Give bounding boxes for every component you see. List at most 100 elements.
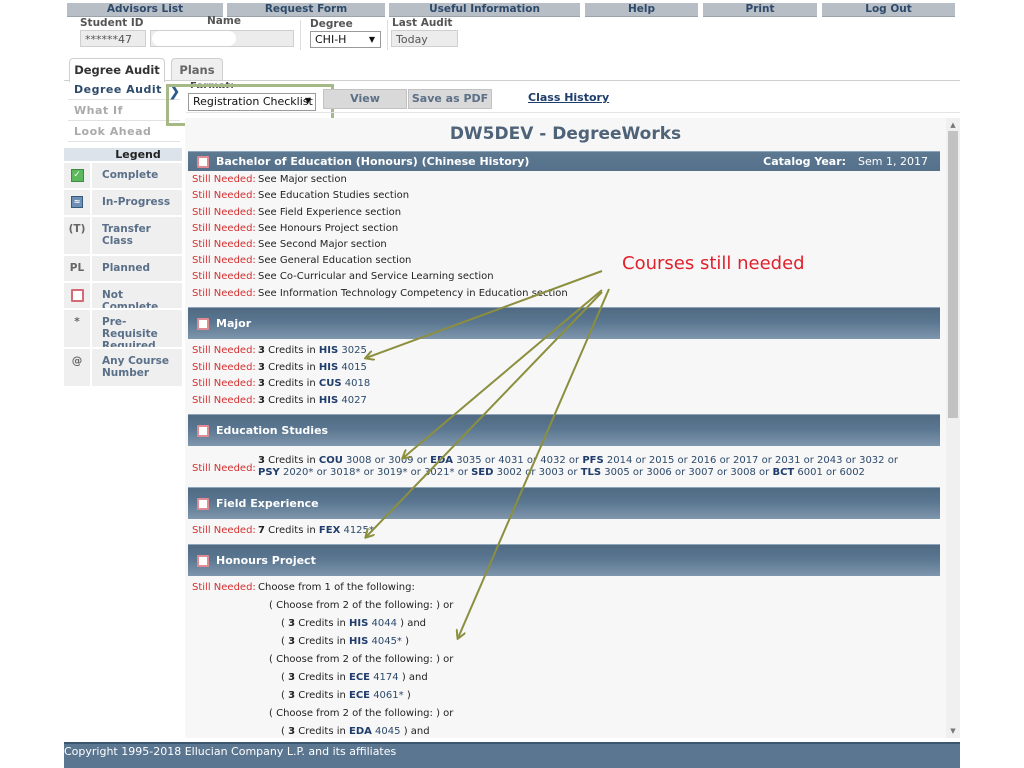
credits: 3 [258, 378, 265, 389]
requirement-text: See Co-Curricular and Service Learning s… [258, 271, 494, 282]
nav-request-form[interactable]: Request Form [227, 3, 385, 17]
course-number-link[interactable]: 4044 [368, 618, 396, 629]
credits: 3 [258, 345, 265, 356]
course-subject-link[interactable]: HIS [319, 345, 338, 356]
course-subject-link[interactable]: COU [319, 455, 343, 466]
course-subject-link[interactable]: SED [471, 467, 493, 478]
course-subject-link[interactable]: HIS [349, 636, 368, 647]
toolbar-divider [186, 112, 960, 113]
any-course-symbol: @ [64, 349, 92, 386]
course-subject-link[interactable]: PFS [582, 455, 603, 466]
nav-help[interactable]: Help [585, 3, 698, 17]
course-subject-link[interactable]: ECE [349, 672, 370, 683]
credits-text: Credits in [264, 525, 319, 536]
course-number-link[interactable]: 4015 [338, 362, 366, 373]
course-number-list[interactable]: 2014 or 2015 or 2016 or 2017 or 2031 or … [604, 455, 898, 466]
legend-label: Complete [102, 169, 159, 181]
major-block-header: Major [188, 307, 940, 339]
paren: ) and [398, 672, 428, 683]
course-subject-link[interactable]: PSY [258, 467, 280, 478]
scroll-up-icon[interactable]: ▲ [948, 120, 958, 130]
honours-project-block-header: Honours Project [188, 544, 940, 576]
format-select[interactable]: Registration Checklist ▼ [188, 93, 316, 111]
course-number-link[interactable]: 4174 [370, 672, 398, 683]
annotation-label: Courses still needed [622, 253, 805, 274]
course-subject-link[interactable]: EDA [430, 455, 453, 466]
last-audit-field: Today [391, 30, 458, 47]
legend: Legend ✓ Complete ≈ In-Progress (T) Tran… [64, 148, 182, 386]
course-number-list[interactable]: 3002 or 3003 or [493, 467, 580, 478]
block-title: Honours Project [216, 554, 316, 567]
nav-useful-information[interactable]: Useful Information [389, 3, 580, 17]
catalog-year-label: Catalog Year: [763, 155, 847, 168]
not-complete-icon [197, 424, 209, 437]
requirement-text: ( Choose from 2 of the following: ) or [269, 708, 454, 719]
legend-label: Transfer Class [102, 223, 151, 247]
student-id-label: Student ID [80, 17, 144, 29]
scrollbar-thumb[interactable] [948, 131, 958, 418]
requirement-text: ( Choose from 2 of the following: ) or [269, 654, 454, 665]
credits: 3 [258, 394, 265, 406]
format-label: Format: [190, 81, 235, 88]
legend-label: In-Progress [102, 196, 171, 208]
course-number-link[interactable]: 4125* [340, 525, 373, 536]
paren: ) [401, 636, 410, 647]
course-subject-link[interactable]: HIS [319, 395, 338, 406]
nav-print[interactable]: Print [703, 3, 817, 17]
course-subject-link[interactable]: HIS [319, 362, 338, 373]
course-number-link[interactable]: 4027 [338, 395, 366, 406]
divider [300, 20, 301, 50]
name-redaction [152, 31, 236, 46]
course-subject-link[interactable]: ECE [349, 690, 370, 701]
course-subject-link[interactable]: EDA [349, 726, 372, 737]
subnav-what-if[interactable]: What If [68, 101, 180, 121]
requirement-text: 3 Credits in COU 3008 or 3009 or EDA 303… [258, 455, 912, 479]
course-number-list[interactable]: 3035 or 4031 or 4032 or [453, 455, 582, 466]
course-number-list[interactable]: 6001 or 6002 [794, 467, 865, 478]
still-needed-label: Still Needed: [192, 394, 256, 406]
course-number-link[interactable]: 4061* [370, 690, 403, 701]
requirement-row: Still Needed: 3 Credits in HIS 3025 [192, 343, 367, 359]
nav-advisors-list[interactable]: Advisors List [67, 3, 223, 17]
course-number-link[interactable]: 4018 [342, 378, 370, 389]
course-subject-link[interactable]: HIS [349, 618, 368, 629]
degree-select[interactable]: CHI-H ▼ [310, 31, 381, 48]
prerequisite-symbol: * [64, 310, 92, 347]
credits-text: Credits in [264, 345, 319, 356]
legend-item: @ Any Course Number [64, 347, 182, 386]
course-subject-link[interactable]: CUS [319, 378, 342, 389]
course-number-list[interactable]: 3005 or 3006 or 3007 or 3008 or [601, 467, 772, 478]
course-number-link[interactable]: 4045 [372, 726, 400, 737]
education-studies-block-header: Education Studies [188, 414, 940, 446]
save-as-pdf-button[interactable]: Save as PDF [408, 89, 492, 109]
class-history-link[interactable]: Class History [528, 91, 609, 104]
requirement-text: ( Choose from 2 of the following: ) or [269, 600, 454, 611]
requirement-row: Still Needed: See General Education secti… [192, 253, 411, 269]
caret-down-icon: ▼ [304, 96, 311, 105]
scroll-down-icon[interactable]: ▼ [948, 726, 958, 736]
legend-item: ✓ Complete [64, 161, 182, 188]
course-subject-link[interactable]: BCT [772, 467, 794, 478]
catalog-year-value: Sem 1, 2017 [858, 155, 928, 168]
course-number-list[interactable]: 3008 or 3009 or [343, 455, 430, 466]
subnav-degree-audit[interactable]: Degree Audit [68, 80, 180, 100]
course-number-link[interactable]: 4045* [368, 636, 401, 647]
course-number-link[interactable]: 3025 [338, 345, 366, 356]
still-needed-label: Still Needed: [192, 174, 256, 185]
credits-text: Credits in [264, 394, 319, 406]
nested-requirement: ( 3 Credits in HIS 4044 ) and [281, 615, 426, 633]
still-needed-label: Still Needed: [192, 223, 256, 234]
tab-plans[interactable]: Plans [171, 58, 223, 81]
requirement-row: Still Needed: Choose from 1 of the follow… [192, 580, 415, 596]
tab-degree-audit[interactable]: Degree Audit [69, 58, 165, 82]
course-number-list[interactable]: 2020* or 3018* or 3019* or 3021* or [280, 467, 471, 478]
course-subject-link[interactable]: TLS [581, 467, 601, 478]
copyright-text: Copyright 1995-2018 Ellucian Company L.P… [64, 745, 397, 758]
requirement-text: See Education Studies section [258, 190, 410, 201]
nav-log-out[interactable]: Log Out [822, 3, 955, 17]
course-subject-link[interactable]: FEX [319, 525, 340, 536]
name-label: Name [207, 15, 241, 27]
subnav-look-ahead[interactable]: Look Ahead [68, 122, 180, 142]
page-title: DW5DEV - DegreeWorks [449, 124, 682, 144]
view-button[interactable]: View [323, 89, 407, 109]
